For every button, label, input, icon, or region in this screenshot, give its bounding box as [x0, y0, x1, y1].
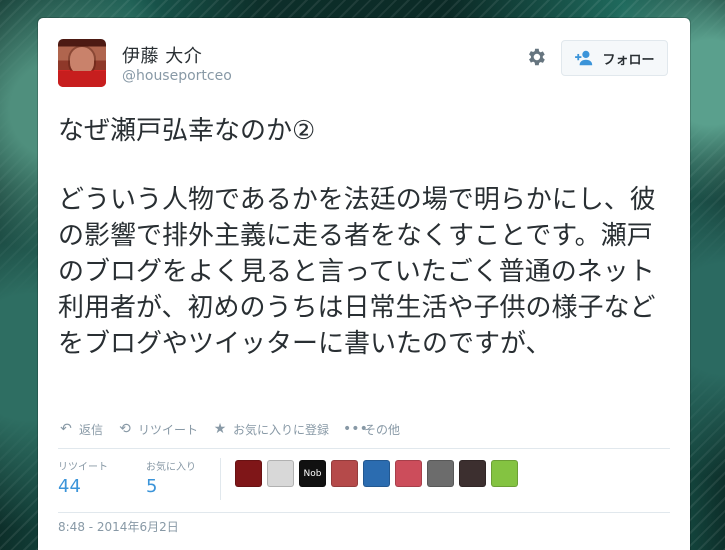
favorite-label: お気に入りに登録	[233, 422, 330, 437]
user-handle[interactable]: @houseportceo	[122, 68, 232, 84]
tweet-stats: リツイート 44 お気に入り 5 Nob	[58, 458, 518, 500]
user-avatar-small[interactable]	[491, 460, 518, 487]
retweet-button[interactable]: ⟲ リツイート	[117, 421, 198, 438]
favorited-users: Nob	[235, 460, 518, 487]
more-icon: •••	[343, 421, 368, 437]
user-avatar-small[interactable]	[331, 460, 358, 487]
favorite-button[interactable]: ★ お気に入りに登録	[212, 421, 329, 438]
retweets-label: リツイート	[58, 462, 108, 473]
divider-top	[58, 448, 670, 449]
star-icon: ★	[213, 421, 227, 437]
tweet-body: どういう人物であるかを法廷の場で明らかにし、彼の影響で排外主義に走る者をなくすこ…	[58, 185, 656, 359]
follow-label: フォロー	[602, 52, 655, 68]
tweet-timestamp[interactable]: 8:48 - 2014年6月2日	[58, 518, 179, 535]
user-avatar-small[interactable]	[235, 460, 262, 487]
user-avatar-small[interactable]	[267, 460, 294, 487]
tweet-actions: ↶ 返信 ⟲ リツイート ★ お気に入りに登録 ••• その他	[58, 420, 400, 438]
user-name[interactable]: 伊藤 大介	[122, 42, 202, 68]
reply-label: 返信	[79, 422, 104, 437]
user-avatar-small[interactable]	[459, 460, 486, 487]
user-avatar-small[interactable]	[427, 460, 454, 487]
gear-icon[interactable]	[525, 46, 547, 68]
user-avatar-small[interactable]: Nob	[299, 460, 326, 487]
reply-icon: ↶	[60, 421, 72, 437]
divider-bottom	[58, 512, 670, 513]
user-avatar-small[interactable]	[363, 460, 390, 487]
reply-button[interactable]: ↶ 返信	[58, 421, 103, 438]
more-button[interactable]: ••• その他	[343, 421, 400, 438]
retweets-count: 44	[58, 476, 81, 497]
retweets-stat[interactable]: リツイート 44	[58, 458, 146, 497]
retweet-icon: ⟲	[119, 421, 131, 437]
tweet-card: 伊藤 大介 @houseportceo フォロー なぜ瀬戸弘幸なのか② どういう…	[38, 18, 690, 550]
more-label: その他	[364, 422, 401, 437]
user-avatar-small[interactable]	[395, 460, 422, 487]
stats-separator	[220, 458, 221, 500]
follow-button[interactable]: フォロー	[561, 40, 668, 76]
user-avatar[interactable]	[58, 39, 106, 87]
person-plus-icon	[575, 50, 593, 66]
retweet-label: リツイート	[138, 422, 199, 437]
tweet-title: なぜ瀬戸弘幸なのか②	[58, 116, 316, 146]
